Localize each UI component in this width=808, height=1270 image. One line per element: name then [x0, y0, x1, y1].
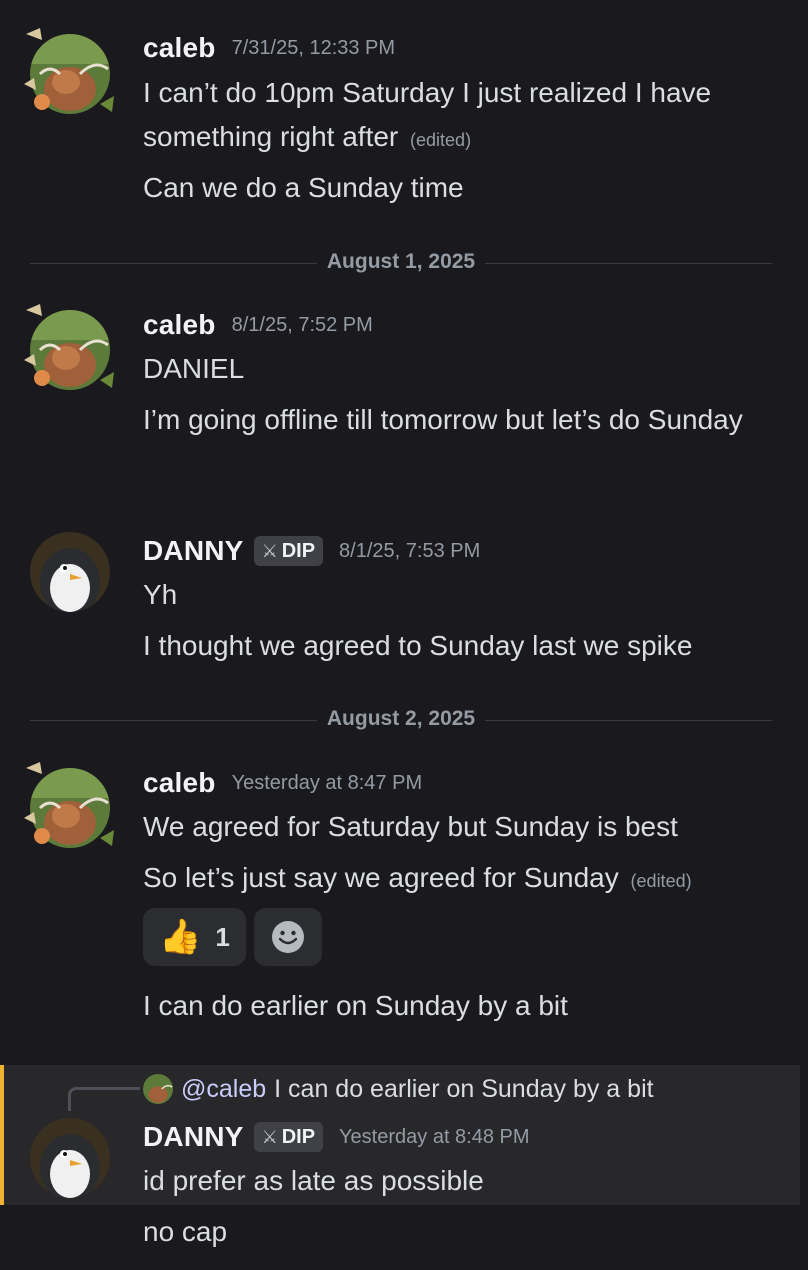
- message-header: caleb 8/1/25, 7:52 PM: [143, 307, 373, 343]
- message-text: Can we do a Sunday time: [143, 172, 464, 203]
- reaction-count: 1: [215, 921, 230, 952]
- username[interactable]: DANNY: [143, 1121, 244, 1153]
- timestamp[interactable]: 7/31/25, 12:33 PM: [232, 37, 395, 60]
- caleb-avatar[interactable]: [30, 34, 110, 114]
- role-tag-label: DIP: [281, 1125, 316, 1148]
- reply-mention[interactable]: @caleb: [181, 1075, 266, 1104]
- caleb-avatar[interactable]: [30, 310, 110, 390]
- sword-icon: ⚔: [261, 1126, 278, 1147]
- message-text: I thought we agreed to Sunday last we sp…: [143, 630, 693, 661]
- edited-marker: (edited): [630, 871, 692, 891]
- reply-connector: [68, 1087, 140, 1111]
- timestamp[interactable]: 8/1/25, 7:52 PM: [232, 314, 373, 337]
- timestamp[interactable]: Yesterday at 8:47 PM: [232, 772, 423, 795]
- replied-user-avatar: [143, 1074, 173, 1104]
- role-tag[interactable]: ⚔ DIP: [253, 536, 324, 566]
- role-tag[interactable]: ⚔ DIP: [253, 1122, 324, 1152]
- highland-cow-avatar-image: [30, 34, 110, 114]
- caleb-avatar[interactable]: [30, 768, 110, 848]
- timestamp[interactable]: Yesterday at 8:48 PM: [339, 1126, 530, 1149]
- sword-icon: ⚔: [261, 540, 278, 561]
- message-text: I can’t do 10pm Saturday I just realized…: [143, 71, 783, 162]
- message-text: I can do earlier on Sunday by a bit: [143, 990, 568, 1021]
- username[interactable]: DANNY: [143, 535, 244, 567]
- date-divider: August 2, 2025: [30, 707, 772, 731]
- username[interactable]: caleb: [143, 32, 216, 64]
- penguin-avatar-image: [30, 532, 110, 612]
- message-header: caleb Yesterday at 8:47 PM: [143, 765, 422, 801]
- reply-preview[interactable]: @caleb I can do earlier on Sunday by a b…: [143, 1071, 654, 1107]
- message-text: no cap: [143, 1216, 228, 1247]
- add-reaction-button[interactable]: [253, 908, 322, 966]
- date-divider: August 1, 2025: [30, 250, 772, 274]
- reactions-bar: 👍 1: [143, 908, 322, 966]
- danny-avatar[interactable]: [30, 532, 110, 612]
- message-text: I’m going offline till tomorrow but let’…: [143, 404, 743, 435]
- message-line: So let’s just say we agreed for Sunday: [143, 862, 619, 893]
- highland-cow-avatar-image: [30, 768, 110, 848]
- highland-cow-avatar-image: [30, 310, 110, 390]
- thumbs-up-reaction[interactable]: 👍 1: [143, 908, 246, 966]
- role-tag-label: DIP: [281, 539, 316, 562]
- timestamp[interactable]: 8/1/25, 7:53 PM: [339, 540, 480, 563]
- penguin-avatar-image: [30, 1118, 110, 1198]
- edited-marker: (edited): [410, 130, 472, 150]
- message-text: So let’s just say we agreed for Sunday (…: [143, 856, 783, 903]
- message-text: Yh: [143, 579, 178, 610]
- date-divider-label: August 1, 2025: [316, 250, 486, 274]
- username[interactable]: caleb: [143, 767, 216, 799]
- chat-message-list: caleb 7/31/25, 12:33 PM I can’t do 10pm …: [0, 0, 808, 1270]
- thumbs-up-icon: 👍: [159, 918, 202, 956]
- message-text: We agreed for Saturday but Sunday is bes…: [143, 811, 678, 842]
- smiley-add-reaction-icon: [271, 921, 304, 953]
- message-text: id prefer as late as possible: [143, 1165, 484, 1196]
- reply-preview-text: I can do earlier on Sunday by a bit: [274, 1074, 654, 1103]
- message-header: DANNY ⚔ DIP Yesterday at 8:48 PM: [143, 1119, 530, 1155]
- message-text: DANIEL: [143, 353, 245, 384]
- date-divider-label: August 2, 2025: [316, 707, 486, 731]
- message-header: caleb 7/31/25, 12:33 PM: [143, 30, 395, 66]
- message-header: DANNY ⚔ DIP 8/1/25, 7:53 PM: [143, 533, 480, 569]
- danny-avatar[interactable]: [30, 1118, 110, 1198]
- username[interactable]: caleb: [143, 309, 216, 341]
